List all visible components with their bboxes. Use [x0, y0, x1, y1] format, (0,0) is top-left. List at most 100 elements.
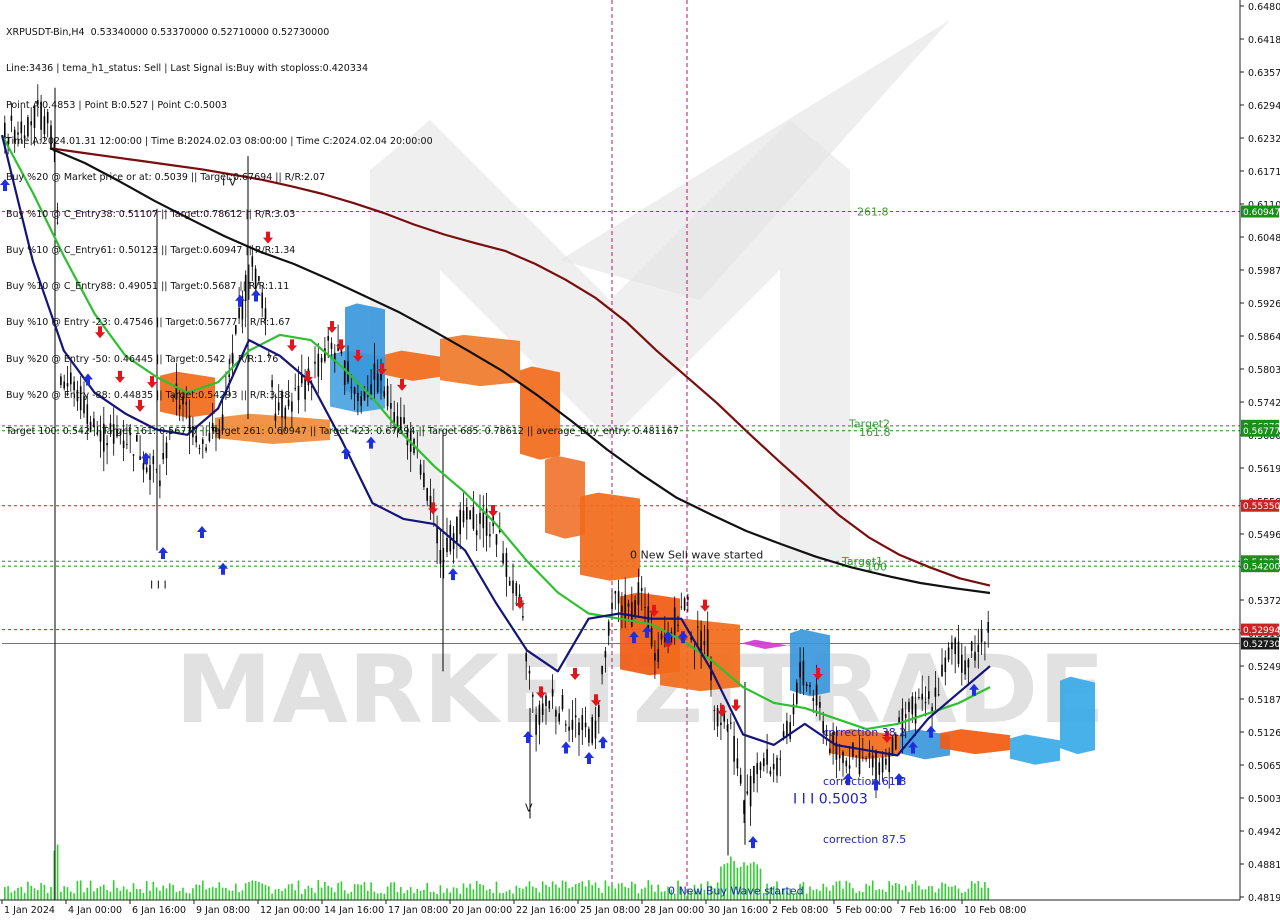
candle-body — [871, 755, 874, 768]
volume-bar — [433, 891, 435, 900]
candle-body — [482, 510, 485, 529]
candle-body — [984, 642, 986, 644]
candle-body — [944, 657, 947, 672]
time-tick-label: 30 Jan 16:00 — [708, 905, 768, 916]
candle-body — [545, 695, 547, 706]
volume-bar — [248, 881, 250, 900]
candle-body — [838, 755, 841, 759]
candle-body — [525, 652, 527, 662]
volume-bar — [330, 887, 333, 900]
volume-bar — [261, 883, 263, 900]
candle-body — [614, 591, 617, 594]
candle-body — [466, 507, 468, 520]
volume-bar — [254, 881, 257, 900]
info-line: Point A:0.4853 | Point B:0.527 | Point C… — [6, 99, 228, 111]
volume-bar — [574, 884, 577, 900]
info-line: Buy %10 @ C_Entry38: 0.51107 || Target:0… — [6, 208, 296, 220]
info-line: Target 100: 0.542 || Target 161: 0.56777… — [6, 426, 679, 438]
volume-bar — [215, 887, 217, 900]
volume-bar — [426, 882, 428, 900]
cloud-block — [580, 492, 640, 581]
candle-body — [640, 588, 643, 592]
info-line: Buy %20 @ Market price or at: 0.5039 || … — [6, 172, 326, 184]
volume-bar — [192, 888, 194, 900]
price-tick-label: 0.50652 — [1248, 761, 1280, 772]
price-tick-label: 0.63575 — [1248, 68, 1280, 79]
candle-body — [581, 715, 584, 731]
volume-bar — [865, 883, 867, 900]
cloud-block — [660, 618, 740, 692]
time-tick-label: 17 Jan 08:00 — [388, 905, 448, 916]
candle-body — [145, 467, 148, 472]
volume-bar — [116, 887, 118, 900]
volume-bar — [598, 887, 600, 900]
candle-body — [987, 622, 989, 633]
volume-bar — [202, 880, 204, 900]
candle-body — [914, 703, 917, 724]
candle-body — [687, 597, 689, 600]
candle-body — [977, 644, 980, 653]
candle-body — [733, 735, 735, 762]
candle-body — [426, 488, 428, 501]
candle-body — [538, 704, 541, 725]
chart-window[interactable]: MARKETZITRADE 261.8 Target2 161.8 Target1 10… — [0, 0, 1280, 920]
volume-bar — [479, 883, 481, 900]
candle-body — [766, 749, 768, 765]
volume-bar — [538, 892, 541, 900]
volume-bar — [908, 892, 910, 900]
volume-bar — [396, 891, 399, 900]
candle-body — [974, 651, 976, 661]
candle-body — [815, 684, 818, 706]
volume-bar — [848, 882, 851, 900]
candle-body — [673, 607, 676, 638]
volume-bar — [400, 887, 402, 900]
price-tick-label: 0.48197 — [1248, 893, 1280, 904]
candle-body — [703, 641, 706, 645]
candle-body — [475, 530, 478, 536]
volume-bar — [403, 893, 405, 900]
volume-bar — [931, 886, 933, 900]
volume-bar — [436, 893, 438, 900]
volume-bar — [7, 886, 9, 900]
volume-bar — [70, 891, 72, 900]
volume-bar — [413, 893, 415, 900]
volume-bar — [452, 887, 455, 900]
candle-body — [921, 693, 923, 700]
time-tick-label: 4 Jan 00:00 — [68, 905, 122, 916]
price-tag-label: 0.56777 — [1243, 427, 1280, 437]
volume-bar — [558, 887, 560, 900]
candle-body — [776, 757, 778, 776]
volume-bar — [495, 881, 498, 900]
volume-bar — [419, 890, 422, 900]
volume-bar — [13, 890, 16, 900]
candle-body — [512, 580, 514, 594]
volume-bar — [650, 884, 653, 900]
candle-body — [571, 719, 574, 730]
candle-body — [904, 713, 907, 718]
volume-bar — [829, 890, 831, 900]
candle-body — [149, 465, 151, 480]
candle-body — [736, 758, 739, 769]
candle-body — [436, 526, 438, 544]
candle-body — [555, 710, 557, 717]
volume-bar — [169, 883, 171, 900]
volume-bar — [357, 884, 359, 900]
candle-body — [819, 701, 821, 708]
candle-body — [713, 710, 716, 712]
annotation-label: I I I — [150, 578, 167, 591]
volume-bar — [380, 892, 382, 900]
volume-bar — [561, 880, 564, 900]
annotation-label: 100 — [866, 560, 887, 573]
volume-bar — [815, 889, 818, 900]
time-tick-label: 9 Jan 08:00 — [196, 905, 250, 916]
volume-bar — [584, 886, 587, 900]
volume-bar — [462, 883, 465, 900]
candle-body — [858, 750, 861, 775]
volume-bar — [271, 893, 273, 900]
volume-bar — [268, 886, 270, 900]
volume-bar — [862, 892, 864, 900]
candle-body — [865, 758, 867, 760]
candle-body — [657, 649, 659, 662]
volume-bar — [40, 883, 42, 900]
volume-bar — [46, 892, 49, 900]
